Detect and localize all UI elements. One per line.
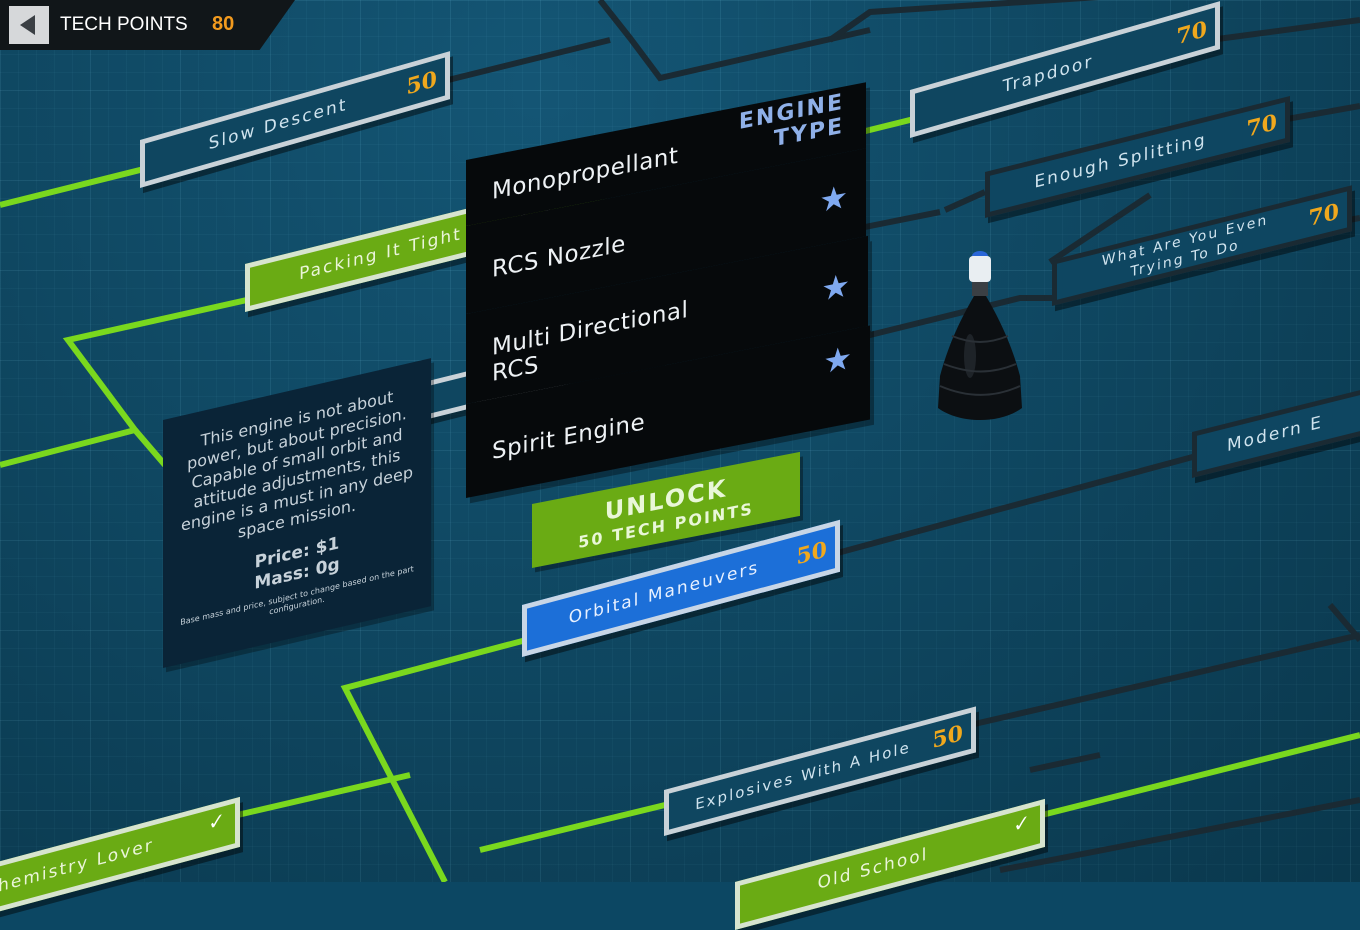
rcs-engine-model-icon [938,251,1022,420]
node-cost: 50 [932,719,963,755]
star-icon: ★ [819,176,848,221]
tech-points-header: TECH POINTS 80 [0,0,295,50]
node-cost: 50 [796,536,827,571]
node-cost: 70 [1308,198,1339,233]
option-label: Spirit Engine [492,409,646,465]
star-icon: ★ [821,265,850,309]
node-cost: 70 [1246,109,1277,143]
node-cost: 70 [1176,15,1207,51]
back-button[interactable] [9,6,49,44]
node-cost: 50 [406,65,437,101]
tech-points-label: TECH POINTS [60,14,188,35]
checkmark-icon: ✓ [208,806,225,836]
tech-points-value: 80 [212,13,235,35]
back-arrow-icon [20,15,35,35]
checkmark-icon: ✓ [1013,808,1030,838]
star-icon: ★ [823,337,852,382]
option-label: RCS Nozzle [492,230,626,283]
